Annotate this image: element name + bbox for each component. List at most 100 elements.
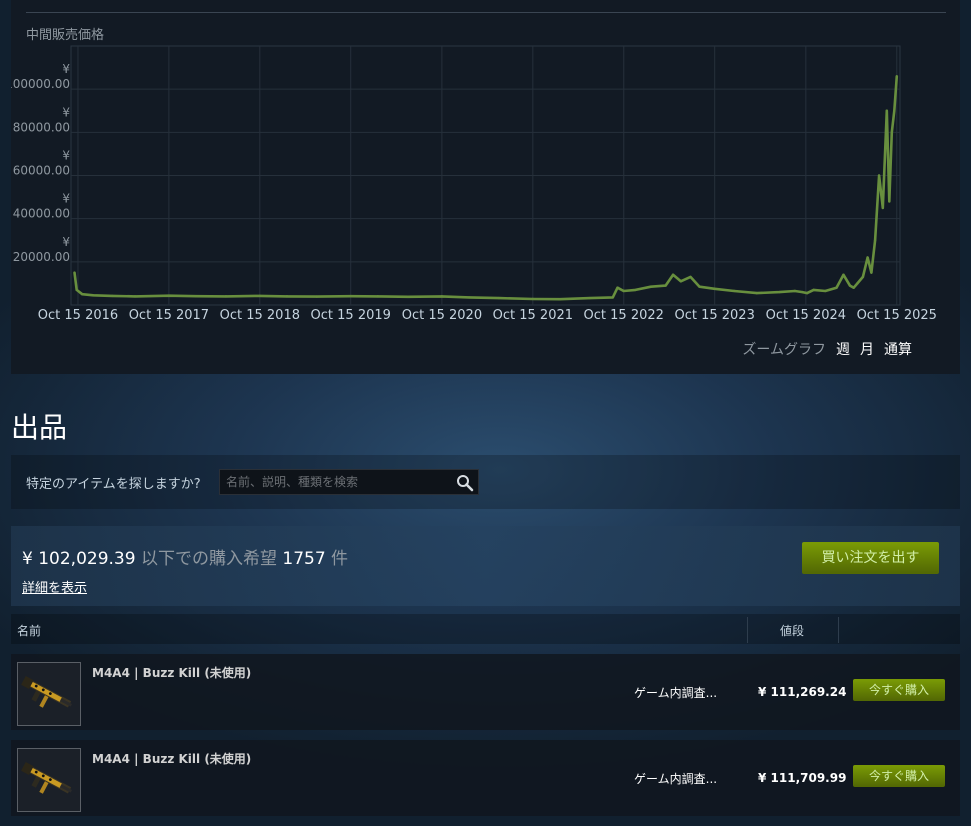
x-tick-label: Oct 15 2016	[38, 308, 118, 323]
data-point	[376, 295, 380, 298]
listing-search-input[interactable]	[219, 469, 479, 495]
data-point	[194, 294, 198, 298]
x-tick-label: Oct 15 2019	[311, 308, 391, 323]
data-point	[497, 296, 501, 300]
x-tick-label: Oct 15 2017	[129, 308, 209, 323]
header-divider	[838, 617, 839, 643]
x-tick-label: Oct 15 2022	[584, 308, 664, 323]
y-tick-label: ¥60000.00	[13, 149, 71, 178]
column-name-header: 名前	[17, 624, 42, 638]
data-point	[679, 280, 682, 283]
data-point	[890, 131, 893, 134]
data-point	[861, 275, 865, 279]
data-point	[689, 275, 692, 279]
item-name[interactable]: M4A4 | Buzz Kill (未使用)	[92, 664, 251, 681]
listing-search-bar: 特定のアイテムを探しますか?	[11, 455, 960, 509]
buy-order-unit: 件	[331, 549, 349, 569]
search-label: 特定のアイテムを探しますか?	[26, 477, 201, 492]
item-price: ¥ 111,709.99	[758, 771, 847, 785]
x-tick-label: Oct 15 2020	[402, 308, 482, 323]
x-tick-label: Oct 15 2018	[220, 308, 300, 323]
data-point	[616, 286, 619, 289]
data-point	[671, 273, 675, 276]
data-point	[133, 295, 137, 298]
x-tick-label: Oct 15 2024	[766, 308, 846, 323]
data-point	[870, 271, 873, 274]
buy-order-text: ¥ 102,029.39 以下での購入希望 1757 件	[22, 544, 348, 569]
show-details-link[interactable]: 詳細を表示	[22, 577, 87, 596]
data-point	[73, 271, 76, 274]
item-name[interactable]: M4A4 | Buzz Kill (未使用)	[92, 750, 251, 767]
y-tick-label: ¥100000.00	[11, 62, 70, 91]
buy-order-summary: ¥ 102,029.39 以下での購入希望 1757 件 詳細を表示 買い注文を…	[11, 526, 960, 606]
data-point	[755, 291, 758, 295]
data-point	[440, 295, 444, 298]
data-point	[91, 294, 95, 297]
data-point	[558, 297, 562, 301]
listing-row: M4A4 | Buzz Kill (未使用) ゲーム内調査... ¥ 111,2…	[11, 654, 960, 730]
data-point	[713, 287, 716, 291]
data-point	[698, 285, 701, 288]
data-point	[895, 75, 898, 78]
listing-table-header: 名前 値段	[11, 614, 960, 644]
data-point	[866, 256, 869, 259]
data-point	[622, 289, 625, 293]
rifle-icon	[21, 675, 73, 708]
header-divider	[747, 617, 748, 643]
data-point	[801, 290, 804, 294]
rifle-icon	[21, 761, 73, 794]
data-point	[805, 291, 809, 295]
data-point	[873, 239, 877, 242]
data-point	[778, 290, 781, 294]
buy-order-middle-text: 以下での購入希望	[140, 549, 277, 569]
item-thumbnail[interactable]	[17, 748, 81, 812]
search-icon[interactable]	[456, 474, 474, 492]
data-point	[258, 294, 262, 298]
data-point	[634, 288, 637, 292]
place-buy-order-button[interactable]: 買い注文を出す	[802, 542, 939, 574]
y-tick-label: ¥20000.00	[13, 235, 71, 264]
price-history-chart[interactable]: ¥20000.00 ¥ 40000.00 ¥ 60000.00 ¥ 80000.00 ¥ 100…	[11, 0, 960, 374]
inspect-in-game-link[interactable]: ゲーム内調査...	[634, 770, 717, 787]
data-point	[888, 200, 891, 203]
inspect-in-game-link[interactable]: ゲーム内調査...	[634, 684, 717, 701]
zoom-week-link[interactable]: 週	[836, 339, 850, 359]
x-tick-label: Oct 15 2023	[674, 308, 754, 323]
buy-now-button[interactable]: 今すぐ購入	[853, 679, 945, 701]
column-price-header: 値段	[780, 624, 805, 638]
listings-heading: 出品	[11, 411, 68, 444]
data-point	[285, 295, 289, 298]
data-point	[611, 296, 614, 299]
data-point	[885, 109, 888, 112]
data-point	[852, 286, 855, 289]
listing-row: M4A4 | Buzz Kill (未使用) ゲーム内調査... ¥ 111,7…	[11, 740, 960, 816]
price-history-panel: 中間販売価格 ¥20000.00 ¥40000.00 ¥60000.00 ¥80000…	[11, 0, 960, 374]
item-thumbnail[interactable]	[17, 662, 81, 726]
zoom-month-link[interactable]: 月	[860, 339, 874, 359]
data-point	[467, 296, 471, 299]
data-point	[224, 295, 228, 298]
data-point	[531, 297, 535, 301]
data-point	[824, 289, 827, 293]
buy-now-button[interactable]: 今すぐ購入	[853, 765, 945, 787]
data-point	[812, 288, 815, 292]
data-point	[664, 284, 667, 287]
buy-order-price: ¥ 102,029.39	[22, 549, 136, 569]
item-price: ¥ 111,269.24	[758, 685, 847, 699]
data-point	[349, 294, 352, 298]
x-tick-label: Oct 15 2021	[493, 308, 573, 323]
data-point	[842, 273, 845, 276]
data-point	[848, 284, 852, 287]
data-point	[893, 109, 896, 112]
data-point	[588, 296, 592, 300]
data-point	[167, 294, 171, 297]
zoom-label: ズームグラフ	[742, 342, 826, 358]
zoom-all-link[interactable]: 通算	[884, 339, 912, 359]
data-point	[315, 295, 319, 298]
data-point	[793, 289, 797, 293]
data-point	[835, 286, 838, 289]
data-point	[110, 294, 114, 298]
data-point	[877, 174, 881, 177]
y-tick-label: ¥40000.00	[13, 192, 71, 221]
data-point	[732, 289, 736, 293]
